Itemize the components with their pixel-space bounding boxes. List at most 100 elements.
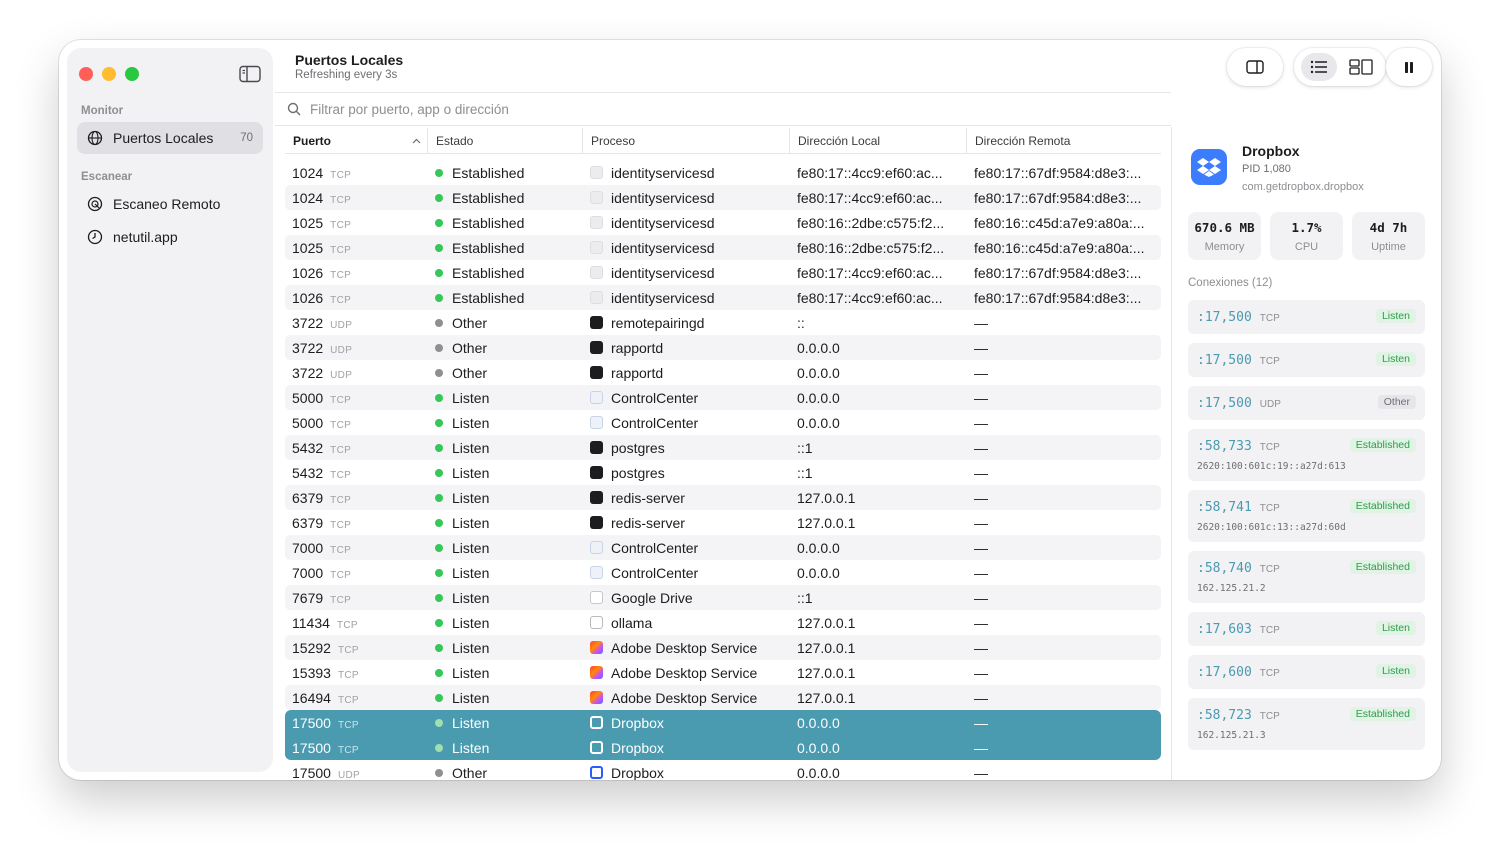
port-cell: 6379 TCP — [285, 515, 428, 531]
connection-item[interactable]: :58,740 TCP Established 162.125.21.2 — [1188, 551, 1425, 603]
connections-label: Conexiones (12) — [1188, 277, 1273, 289]
local-address-cell: 127.0.0.1 — [797, 514, 856, 531]
process-name: redis-server — [611, 514, 685, 531]
table-row[interactable]: 17500 UDP Other Dropbox 0.0.0.0 — — [285, 760, 1161, 781]
connection-remote-address: 162.125.21.2 — [1197, 583, 1266, 594]
sidebar-toggle-icon[interactable] — [239, 65, 261, 83]
table-row[interactable]: 1024 TCP Established identityservicesd fe80:… — [285, 160, 1161, 185]
table-row[interactable]: 11434 TCP Listen ollama 127.0.0.1 — — [285, 610, 1161, 635]
table-row[interactable]: 7679 TCP Listen Google Drive::1 — — [285, 585, 1161, 610]
local-address-cell: 0.0.0.0 — [797, 364, 840, 381]
process-name: Adobe Desktop Service — [611, 689, 758, 706]
cc-app-icon — [590, 540, 603, 554]
stat-cpu: 1.7% CPU — [1270, 212, 1343, 260]
connections-list: :17,500 TCP Listen :17,500 TCP Listen :17,500 U… — [1188, 300, 1425, 759]
remote-address-cell: fe80:17::67df:9584:d8e3:... — [974, 164, 1142, 181]
table-row[interactable]: 15292 TCP Listen Adobe Desktop Service 127.0… — [285, 635, 1161, 660]
table-row[interactable]: 16494 TCP Listen Adobe Desktop Service 127.0… — [285, 685, 1161, 710]
table-row[interactable]: 5432 TCP Listen postgres::1 — — [285, 435, 1161, 460]
close-window-button[interactable] — [79, 67, 93, 81]
table-row[interactable]: 7000 TCP Listen ControlCenter 0.0.0.0 — — [285, 560, 1161, 585]
inspector-toggle-button[interactable] — [1227, 48, 1283, 86]
column-header-puerto[interactable]: Puerto — [285, 127, 428, 154]
state-cell: Listen — [428, 690, 583, 706]
process-name: postgres — [611, 439, 665, 456]
minimize-window-button[interactable] — [102, 67, 116, 81]
process-name: Adobe Desktop Service — [611, 664, 758, 681]
table-row[interactable]: 17500 TCP Listen Dropbox 0.0.0.0 — — [285, 710, 1161, 735]
table-row[interactable]: 6379 TCP Listen redis-server 127.0.0.1 — — [285, 510, 1161, 535]
table-row[interactable]: 5432 TCP Listen postgres::1 — — [285, 460, 1161, 485]
state-cell: Listen — [428, 665, 583, 681]
table-row[interactable]: 3722 UDP Other remotepairingd:: — — [285, 310, 1161, 335]
local-address-cell: 0.0.0.0 — [797, 389, 840, 406]
port-cell: 15393 TCP — [285, 665, 428, 681]
column-header-proceso[interactable]: Proceso — [583, 127, 790, 154]
table-row[interactable]: 6379 TCP Listen redis-server 127.0.0.1 — — [285, 485, 1161, 510]
connection-item[interactable]: :58,723 TCP Established 162.125.21.3 — [1188, 698, 1425, 750]
remote-address-cell: — — [974, 689, 988, 706]
grid-view-button[interactable] — [1343, 53, 1379, 81]
zoom-window-button[interactable] — [125, 67, 139, 81]
connection-item[interactable]: :17,500 UDP Other — [1188, 386, 1425, 420]
process-cell: postgres — [583, 440, 790, 456]
protocol-label: TCP — [337, 644, 359, 656]
remote-address-cell: — — [974, 714, 988, 731]
state-label: Listen — [452, 739, 490, 756]
sidebar-item-netutil[interactable]: netutil.app — [77, 221, 263, 253]
sidebar-item-puertos-locales[interactable]: Puertos Locales 70 — [77, 122, 263, 154]
state-label: Other — [452, 339, 488, 356]
status-dot-icon — [435, 493, 443, 502]
connection-item[interactable]: :17,600 TCP Listen — [1188, 655, 1425, 689]
table-row[interactable]: 1026 TCP Established identityservicesd fe80:… — [285, 285, 1161, 310]
connection-status-badge: Established — [1349, 707, 1416, 721]
process-name: Google Drive — [611, 589, 693, 606]
table-row[interactable]: 1025 TCP Established identityservicesd fe80:… — [285, 210, 1161, 235]
table-row[interactable]: 1026 TCP Established identityservicesd fe80:… — [285, 260, 1161, 285]
connection-item[interactable]: :17,603 TCP Listen — [1188, 612, 1425, 646]
state-label: Other — [452, 314, 488, 331]
process-cell: redis-server — [583, 515, 790, 531]
protocol-label: TCP — [330, 419, 352, 431]
table-row[interactable]: 5000 TCP Listen ControlCenter 0.0.0.0 — — [285, 385, 1161, 410]
connection-item[interactable]: :58,741 TCP Established 2620:100:601c:13::a… — [1188, 490, 1425, 542]
connection-item[interactable]: :17,500 TCP Listen — [1188, 343, 1425, 377]
table-row[interactable]: 5000 TCP Listen ControlCenter 0.0.0.0 — — [285, 410, 1161, 435]
status-dot-icon — [435, 643, 443, 652]
pause-button[interactable] — [1386, 48, 1432, 86]
state-cell: Listen — [428, 540, 583, 556]
status-dot-icon — [435, 518, 443, 527]
process-name: identityservicesd — [611, 189, 715, 206]
dark-app-icon — [590, 490, 603, 504]
dropbox-app-icon — [590, 765, 603, 779]
table-row[interactable]: 15393 TCP Listen Adobe Desktop Service 127.0… — [285, 660, 1161, 685]
table-row[interactable]: 7000 TCP Listen ControlCenter 0.0.0.0 — — [285, 535, 1161, 560]
connection-remote-address: 2620:100:601c:19::a27d:613 — [1197, 461, 1346, 472]
state-cell: Listen — [428, 715, 583, 731]
protocol-label: TCP — [330, 569, 352, 581]
connection-protocol: TCP — [1259, 503, 1280, 514]
status-dot-icon — [435, 718, 443, 727]
column-header-direccion-local[interactable]: Dirección Local — [790, 127, 967, 154]
status-dot-icon — [435, 393, 443, 402]
search-input[interactable] — [310, 101, 910, 117]
table-row[interactable]: 1025 TCP Established identityservicesd fe80:… — [285, 235, 1161, 260]
state-label: Established — [452, 189, 525, 206]
local-address-cell: 0.0.0.0 — [797, 414, 840, 431]
column-header-estado[interactable]: Estado — [428, 127, 583, 154]
protocol-label: TCP — [330, 594, 352, 606]
local-address-cell: 0.0.0.0 — [797, 739, 840, 756]
table-row[interactable]: 1024 TCP Established identityservicesd fe80:… — [285, 185, 1161, 210]
column-header-direccion-remota[interactable]: Dirección Remota — [967, 128, 1161, 154]
table-row[interactable]: 3722 UDP Other rapportd 0.0.0.0 — — [285, 335, 1161, 360]
process-cell: identityservicesd — [583, 290, 790, 306]
sidebar-item-escaneo-remoto[interactable]: Escaneo Remoto — [77, 188, 263, 220]
local-address-cell: :: — [797, 314, 805, 331]
port-cell: 3722 UDP — [285, 315, 428, 331]
connection-item[interactable]: :17,500 TCP Listen — [1188, 300, 1425, 334]
blank-app-icon — [590, 215, 603, 229]
connection-item[interactable]: :58,733 TCP Established 2620:100:601c:19::a… — [1188, 429, 1425, 481]
table-row[interactable]: 3722 UDP Other rapportd 0.0.0.0 — — [285, 360, 1161, 385]
table-row[interactable]: 17500 TCP Listen Dropbox 0.0.0.0 — — [285, 735, 1161, 760]
list-view-button[interactable] — [1301, 53, 1337, 81]
